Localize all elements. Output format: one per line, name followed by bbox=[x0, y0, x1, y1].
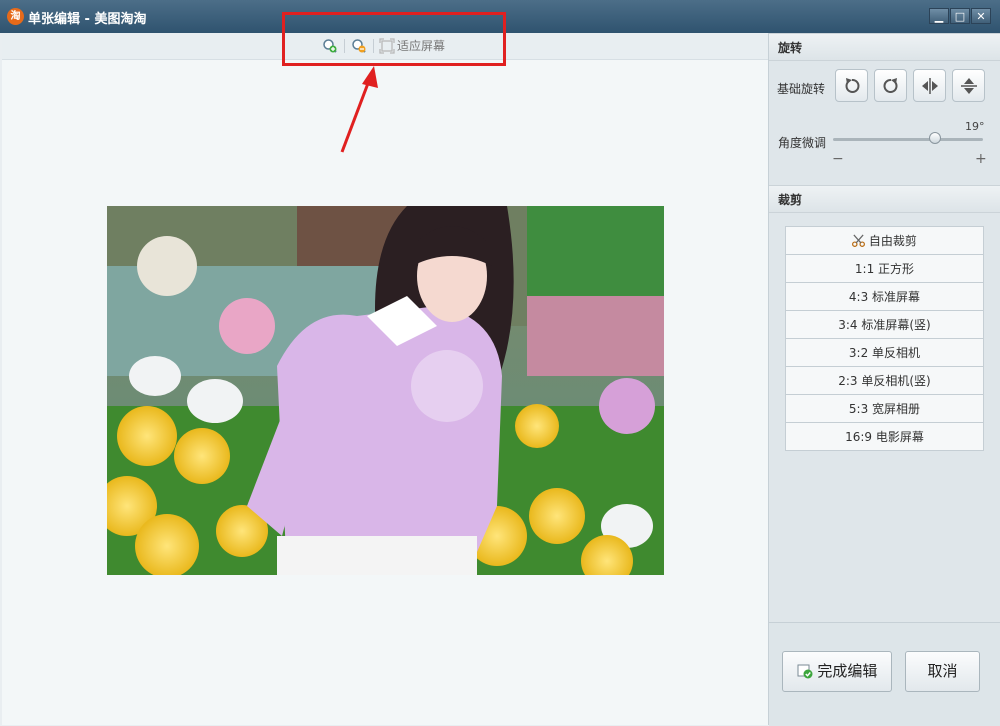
done-check-icon bbox=[797, 664, 813, 679]
crop-section-header: 裁剪 bbox=[769, 185, 1000, 213]
angle-slider-thumb[interactable] bbox=[929, 132, 941, 144]
angle-slider-track[interactable] bbox=[833, 138, 983, 141]
close-button[interactable]: ✕ bbox=[971, 8, 991, 24]
crop-free-button[interactable]: 自由裁剪 bbox=[785, 226, 984, 255]
rotate-left-button[interactable] bbox=[835, 69, 868, 102]
rotate-section-title: 旋转 bbox=[778, 41, 803, 55]
scissors-icon bbox=[852, 234, 866, 247]
crop-5-3-button[interactable]: 5:3 宽屏相册 bbox=[785, 394, 984, 423]
crop-4-3-button[interactable]: 4:3 标准屏幕 bbox=[785, 282, 984, 311]
flip-horizontal-icon bbox=[922, 78, 938, 94]
flip-vertical-button[interactable] bbox=[952, 69, 985, 102]
rotate-right-icon bbox=[883, 78, 898, 93]
photo-preview bbox=[107, 206, 664, 575]
crop-item-label: 自由裁剪 bbox=[868, 234, 917, 248]
rotate-right-button[interactable] bbox=[874, 69, 907, 102]
flip-horizontal-button[interactable] bbox=[913, 69, 946, 102]
window-title: 单张编辑 - 美图淘淘 bbox=[28, 12, 147, 27]
done-editing-label: 完成编辑 bbox=[817, 662, 878, 680]
rotate-left-icon bbox=[845, 78, 860, 93]
rotate-section-header: 旋转 bbox=[769, 33, 1000, 61]
cancel-button[interactable]: 取消 bbox=[905, 651, 980, 692]
side-panel: 旋转 基础旋转 角度微调 19° − + 裁剪 自由裁剪 1:1 正方形 4:3… bbox=[768, 33, 1000, 726]
crop-1-1-button[interactable]: 1:1 正方形 bbox=[785, 254, 984, 283]
crop-3-4-button[interactable]: 3:4 标准屏幕(竖) bbox=[785, 310, 984, 339]
angle-adjust-label: 角度微调 bbox=[778, 136, 827, 150]
basic-rotate-label: 基础旋转 bbox=[777, 82, 826, 96]
flip-vertical-icon bbox=[961, 78, 977, 94]
annotation-arrow-icon bbox=[340, 66, 378, 153]
action-bar: 完成编辑 取消 bbox=[769, 622, 1000, 726]
crop-3-2-button[interactable]: 3:2 单反相机 bbox=[785, 338, 984, 367]
crop-preset-list: 自由裁剪 1:1 正方形 4:3 标准屏幕 3:4 标准屏幕(竖) 3:2 单反… bbox=[785, 226, 984, 451]
app-logo-icon: 淘 bbox=[7, 8, 24, 25]
angle-minus-label: − bbox=[832, 151, 844, 167]
angle-plus-label: + bbox=[975, 151, 987, 167]
minimize-button[interactable]: ▁ bbox=[929, 8, 949, 24]
preview-canvas: 适应屏幕 bbox=[2, 33, 768, 725]
crop-16-9-button[interactable]: 16:9 电影屏幕 bbox=[785, 422, 984, 451]
crop-section-title: 裁剪 bbox=[778, 193, 803, 207]
angle-value: 19° bbox=[965, 120, 985, 133]
maximize-button[interactable]: □ bbox=[950, 8, 970, 24]
annotation-highlight-box bbox=[282, 12, 506, 66]
crop-2-3-button[interactable]: 2:3 单反相机(竖) bbox=[785, 366, 984, 395]
done-editing-button[interactable]: 完成编辑 bbox=[782, 651, 892, 692]
